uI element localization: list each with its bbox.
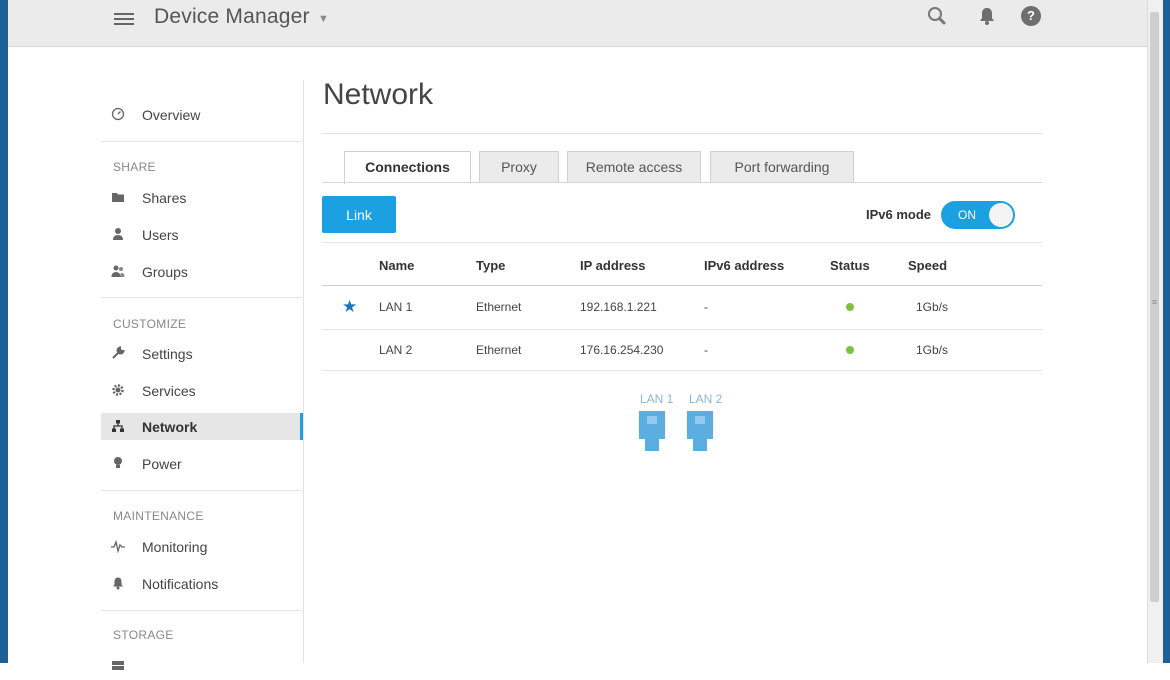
ipv6-mode-label: IPv6 mode bbox=[866, 207, 932, 222]
sidebar-item-label: Settings bbox=[142, 346, 193, 362]
pulse-icon bbox=[111, 539, 125, 553]
table-cell-ip: 192.168.1.221 bbox=[580, 300, 657, 314]
sidebar-item-label: Shares bbox=[142, 190, 187, 206]
help-icon[interactable]: ? bbox=[1021, 6, 1041, 26]
window-frame-right bbox=[1162, 0, 1170, 663]
sidebar-divider bbox=[101, 610, 302, 611]
sidebar-item-storage-overview[interactable] bbox=[101, 653, 302, 680]
overview-icon bbox=[111, 107, 125, 121]
bulb-icon bbox=[114, 457, 122, 468]
tabs-divider bbox=[322, 182, 1042, 183]
search-icon[interactable] bbox=[926, 5, 948, 27]
toggle-knob[interactable] bbox=[989, 203, 1013, 227]
folder-icon bbox=[112, 193, 124, 202]
port-label-lan1: LAN 1 bbox=[640, 392, 674, 406]
link-button[interactable]: Link bbox=[322, 196, 396, 233]
table-cell-ipv6: - bbox=[704, 300, 708, 314]
tab-proxy[interactable]: Proxy bbox=[479, 151, 559, 182]
sidebar-divider bbox=[101, 490, 302, 491]
sidebar-item-label: Notifications bbox=[142, 576, 219, 592]
sidebar-item-label: Overview bbox=[142, 107, 201, 123]
sidebar-item-label: Monitoring bbox=[142, 539, 208, 555]
network-icon bbox=[112, 420, 124, 432]
sidebar-item-users[interactable]: Users bbox=[101, 221, 302, 248]
tab-remote-access[interactable]: Remote access bbox=[567, 151, 701, 182]
sidebar-item-monitoring[interactable]: Monitoring bbox=[101, 533, 302, 560]
port-label-lan2: LAN 2 bbox=[689, 392, 723, 406]
storage-icon bbox=[112, 661, 124, 670]
user-icon bbox=[113, 228, 123, 240]
table-cell-type: Ethernet bbox=[476, 300, 522, 314]
column-header-speed[interactable]: Speed bbox=[908, 258, 947, 273]
table-cell-speed: 1Gb/s bbox=[916, 343, 949, 357]
bell-icon[interactable] bbox=[976, 5, 998, 27]
table-row-rule bbox=[322, 329, 1042, 330]
sidebar-divider bbox=[101, 297, 302, 298]
ethernet-port-icon[interactable] bbox=[639, 411, 665, 451]
sidebar-item-label: Users bbox=[142, 227, 179, 243]
ipv6-mode-toggle[interactable]: ON bbox=[941, 201, 1015, 229]
sidebar-item-network[interactable]: Network bbox=[101, 413, 303, 440]
scrollbar-grip-icon: ≡ bbox=[1151, 297, 1158, 307]
window-frame-left bbox=[0, 0, 8, 663]
table-cell-name: LAN 2 bbox=[379, 343, 413, 357]
sidebar-item-notifications[interactable]: Notifications bbox=[101, 570, 302, 597]
tab-connections[interactable]: Connections bbox=[344, 151, 471, 184]
column-header-status[interactable]: Status bbox=[830, 258, 870, 273]
column-header-type[interactable]: Type bbox=[476, 258, 505, 273]
star-icon: ★ bbox=[342, 297, 358, 316]
gear-icon bbox=[112, 384, 124, 396]
chevron-down-icon[interactable]: ▼ bbox=[318, 13, 329, 25]
sidebar-item-power[interactable]: Power bbox=[101, 450, 302, 477]
table-cell-type: Ethernet bbox=[476, 343, 522, 357]
sidebar-item-shares[interactable]: Shares bbox=[101, 184, 302, 211]
title-divider bbox=[322, 133, 1042, 134]
wrench-icon bbox=[112, 346, 125, 359]
section-header-customize: CUSTOMIZE bbox=[113, 317, 187, 331]
table-top-rule bbox=[322, 242, 1042, 243]
table-row-rule bbox=[322, 370, 1042, 371]
table-cell-ip: 176.16.254.230 bbox=[580, 343, 664, 357]
column-header-ipv6-address[interactable]: IPv6 address bbox=[704, 258, 784, 273]
group-icon bbox=[111, 265, 125, 277]
sidebar-item-settings[interactable]: Settings bbox=[101, 340, 302, 367]
tab-port-forwarding[interactable]: Port forwarding bbox=[710, 151, 854, 182]
table-cell-speed: 1Gb/s bbox=[916, 300, 949, 314]
section-header-maintenance: MAINTENANCE bbox=[113, 509, 204, 523]
section-header-share: SHARE bbox=[113, 160, 156, 174]
menu-icon[interactable] bbox=[114, 10, 134, 26]
sidebar: Overview SHARE Shares Users Groups CUSTO… bbox=[101, 80, 304, 670]
scrollbar-thumb[interactable] bbox=[1150, 12, 1159, 602]
table-cell-ipv6: - bbox=[704, 343, 708, 357]
sidebar-item-label: Services bbox=[142, 383, 196, 399]
section-header-storage: STORAGE bbox=[113, 628, 174, 642]
sidebar-item-services[interactable]: Services bbox=[101, 377, 302, 404]
bell-icon bbox=[113, 577, 123, 590]
status-indicator bbox=[846, 346, 854, 354]
sidebar-item-groups[interactable]: Groups bbox=[101, 258, 302, 285]
sidebar-divider bbox=[101, 141, 302, 142]
status-indicator bbox=[846, 303, 854, 311]
table-cell-name: LAN 1 bbox=[379, 300, 413, 314]
sidebar-item-label: Network bbox=[142, 419, 198, 435]
app-title[interactable]: Device Manager bbox=[154, 5, 310, 29]
page-title: Network bbox=[323, 78, 434, 111]
column-header-ip-address[interactable]: IP address bbox=[580, 258, 646, 273]
sidebar-item-label: Power bbox=[142, 456, 182, 472]
sidebar-item-overview[interactable]: Overview bbox=[101, 101, 302, 128]
toggle-state: ON bbox=[958, 208, 976, 222]
column-header-name[interactable]: Name bbox=[379, 258, 414, 273]
sidebar-item-label: Groups bbox=[142, 264, 188, 280]
table-header-rule bbox=[322, 285, 1042, 286]
ethernet-port-icon[interactable] bbox=[687, 411, 713, 451]
